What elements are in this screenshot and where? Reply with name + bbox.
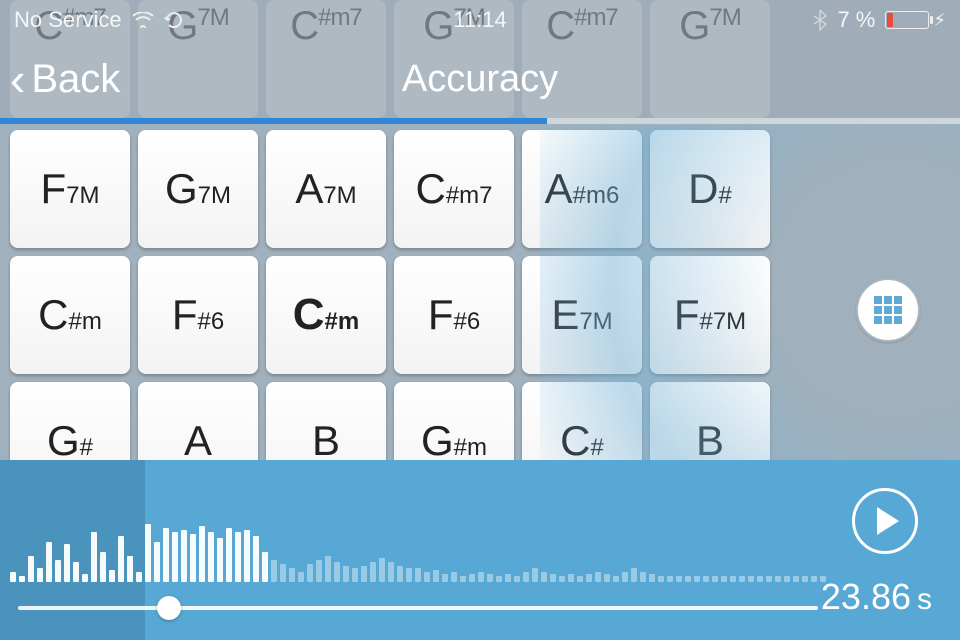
chord-cell[interactable]: A#m6 — [522, 130, 642, 248]
waveform[interactable] — [0, 512, 820, 582]
chord-cell[interactable]: A7M — [266, 130, 386, 248]
play-button[interactable] — [852, 488, 918, 554]
time-value: 23.86 — [821, 576, 911, 617]
carrier-label: No Service — [14, 7, 122, 33]
playhead-slider[interactable] — [18, 606, 818, 610]
grid-toggle-button[interactable] — [856, 278, 920, 342]
back-label: Back — [31, 57, 120, 102]
charging-icon: ⚡︎ — [933, 10, 946, 31]
chord-cell[interactable]: C#m — [266, 256, 386, 374]
chord-cell[interactable]: C#m7 — [394, 130, 514, 248]
time-unit: s — [917, 583, 932, 616]
elapsed-time: 23.86s — [821, 576, 932, 618]
chord-cell[interactable]: F#6 — [394, 256, 514, 374]
play-icon — [877, 507, 899, 535]
chord-cell[interactable]: G7M — [138, 130, 258, 248]
chord-cell[interactable]: F7M — [10, 130, 130, 248]
chord-cell[interactable]: F#7M — [650, 256, 770, 374]
page-title: Accuracy — [402, 58, 558, 101]
accuracy-progress — [0, 118, 960, 124]
refresh-icon — [164, 10, 184, 30]
chord-cell[interactable]: F#6 — [138, 256, 258, 374]
grid-icon — [874, 296, 902, 324]
nav-bar: ‹ Back Accuracy — [0, 40, 960, 118]
chord-cell[interactable]: C#m — [10, 256, 130, 374]
chord-cell[interactable]: E7M — [522, 256, 642, 374]
battery-pct: 7 % — [837, 7, 875, 33]
battery-icon: ⚡︎ — [885, 10, 946, 31]
slider-thumb[interactable] — [157, 596, 181, 620]
bluetooth-icon — [813, 9, 827, 31]
chord-cell[interactable]: D# — [650, 130, 770, 248]
slider-remaining — [163, 606, 818, 610]
back-button[interactable]: ‹ Back — [0, 57, 120, 102]
wifi-icon — [132, 12, 154, 28]
player-panel: 23.86s — [0, 460, 960, 640]
clock: 11:14 — [453, 7, 506, 33]
accuracy-progress-fill — [0, 118, 547, 124]
status-bar: No Service 11:14 7 % ⚡︎ — [0, 0, 960, 40]
